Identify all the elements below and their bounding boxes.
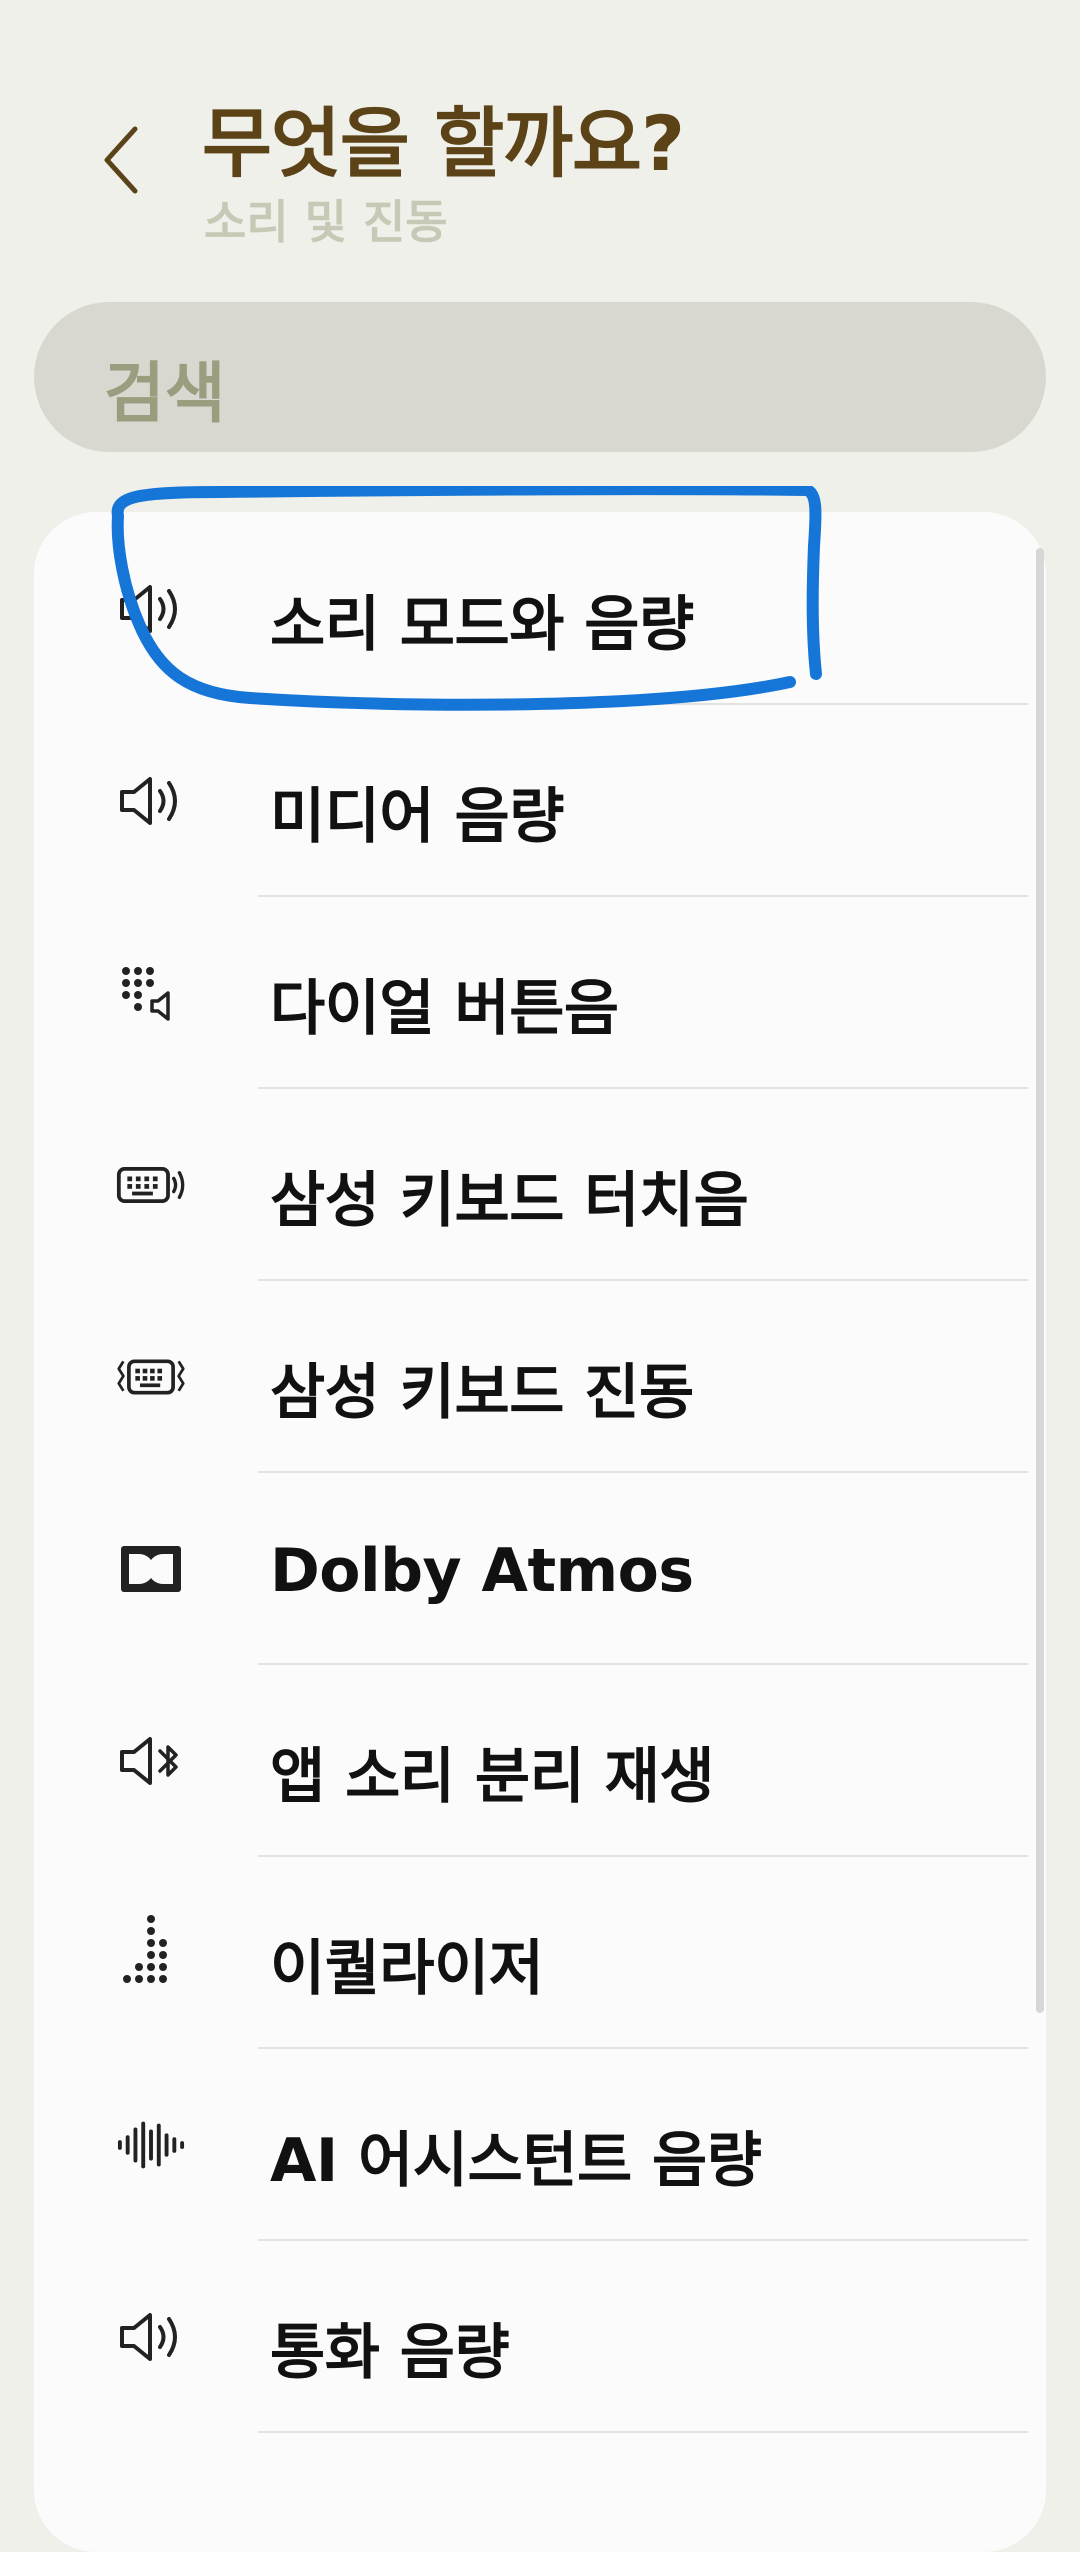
list-item-sound-mode-volume[interactable]: 소리 모드와 음량 — [34, 512, 1046, 705]
speaker-icon — [116, 766, 186, 836]
page-title: 무엇을 할까요? — [202, 99, 685, 188]
list-item-dial-tone[interactable]: 다이얼 버튼음 — [34, 896, 1046, 1089]
equalizer-icon — [116, 1915, 186, 1988]
search-bar[interactable]: 검색 — [34, 302, 1046, 452]
speaker-icon — [116, 574, 186, 644]
keyboard-vibration-icon — [116, 1342, 186, 1412]
list-item-label: 미디어 음량 — [270, 782, 564, 852]
list-item-dolby-atmos[interactable]: Dolby Atmos — [34, 1472, 1046, 1665]
list-item-keyboard-touch-sound[interactable]: 삼성 키보드 터치음 — [34, 1088, 1046, 1281]
list-item-label: 통화 음량 — [270, 2318, 510, 2388]
page-subtitle: 소리 및 진동 — [204, 195, 448, 249]
results-list: 소리 모드와 음량 미디어 음량 다이얼 버튼음 삼성 키보드 터치음 삼성 키… — [34, 512, 1046, 2552]
divider — [258, 2431, 1028, 2433]
list-item-keyboard-vibration[interactable]: 삼성 키보드 진동 — [34, 1280, 1046, 1473]
list-item-media-volume[interactable]: 미디어 음량 — [34, 704, 1046, 897]
speaker-icon — [116, 2302, 186, 2372]
sound-wave-icon — [116, 2110, 186, 2180]
header: 무엇을 할까요? 소리 및 진동 — [0, 0, 1080, 280]
back-button[interactable] — [86, 120, 156, 200]
keyboard-sound-icon — [116, 1150, 186, 1220]
list-item-label: 이퀄라이저 — [270, 1934, 544, 2004]
list-item-label: AI 어시스턴트 음량 — [270, 2126, 762, 2196]
search-placeholder: 검색 — [104, 355, 226, 432]
list-item-ai-assistant-volume[interactable]: AI 어시스턴트 음량 — [34, 2048, 1046, 2241]
list-item-equalizer[interactable]: 이퀄라이저 — [34, 1856, 1046, 2049]
list-item-label: 삼성 키보드 진동 — [270, 1358, 694, 1428]
list-item-label: 앱 소리 분리 재생 — [270, 1742, 715, 1812]
scrollbar[interactable] — [1036, 548, 1044, 2013]
dolby-icon — [116, 1534, 186, 1604]
list-item-label: Dolby Atmos — [270, 1536, 694, 1606]
list-item-label: 다이얼 버튼음 — [270, 974, 619, 1044]
list-item-label: 소리 모드와 음량 — [270, 590, 694, 660]
list-item-separate-app-sound[interactable]: 앱 소리 분리 재생 — [34, 1664, 1046, 1857]
speaker-bluetooth-icon — [116, 1726, 186, 1796]
dialpad-sound-icon — [116, 958, 186, 1028]
chevron-left-icon — [104, 126, 138, 194]
list-item-label: 삼성 키보드 터치음 — [270, 1166, 749, 1236]
list-item-call-volume[interactable]: 통화 음량 — [34, 2240, 1046, 2433]
